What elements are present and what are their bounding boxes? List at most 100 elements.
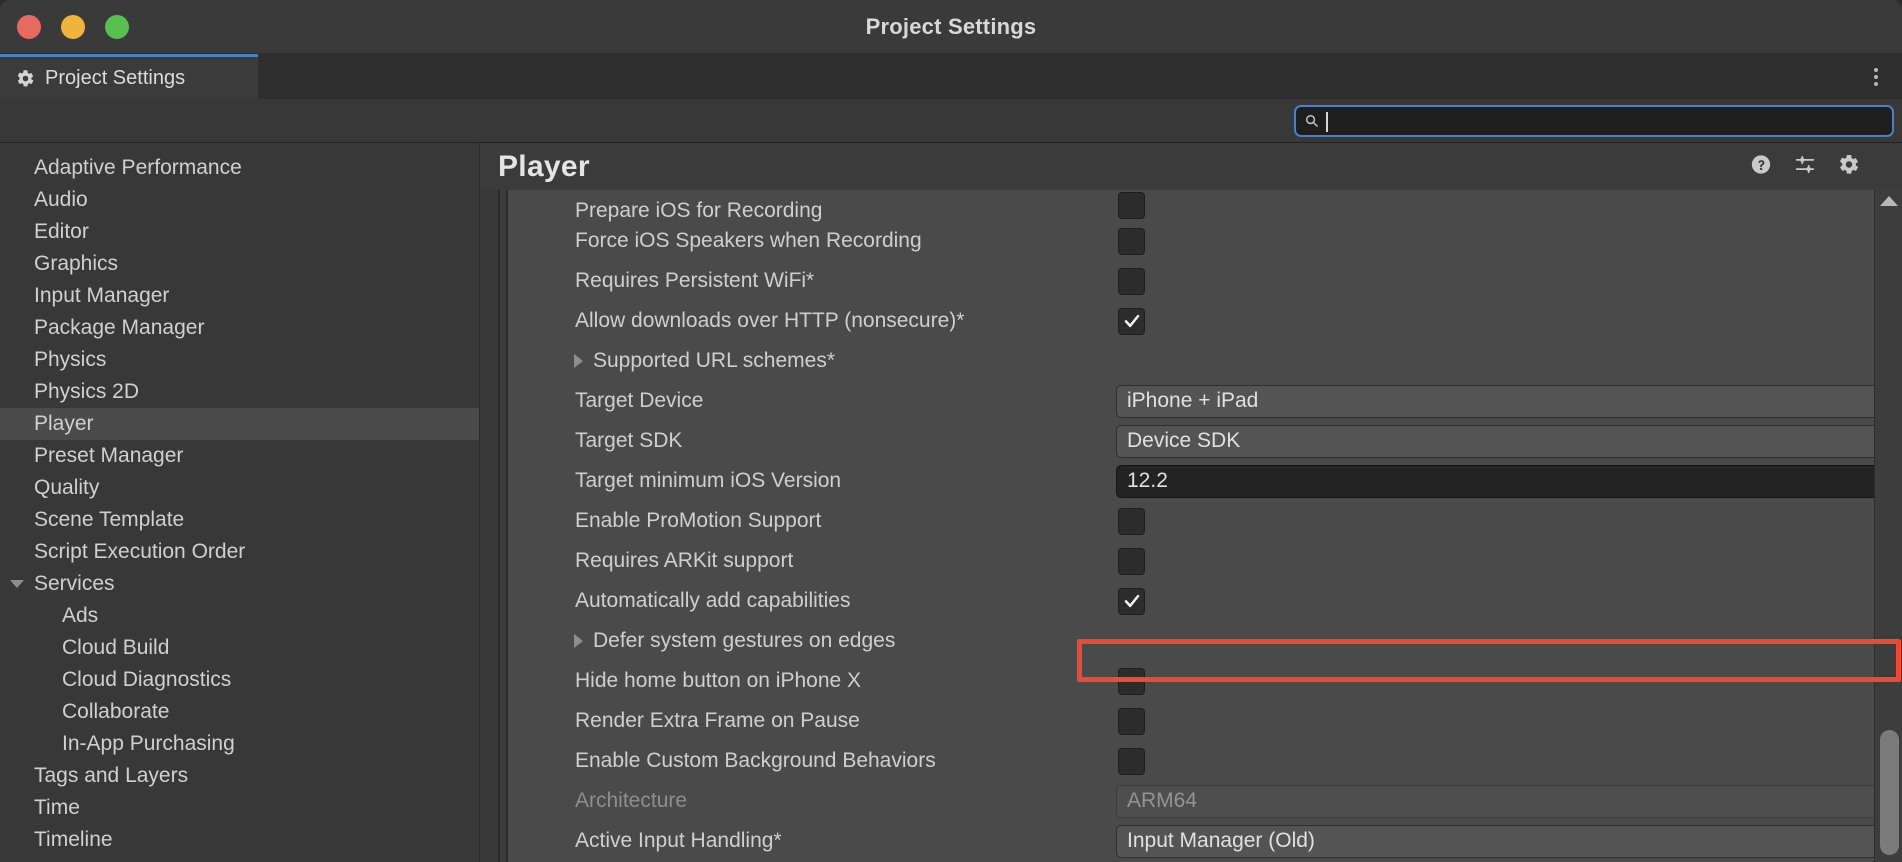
sidebar-item-label: Quality: [34, 476, 100, 499]
checkbox[interactable]: [1118, 507, 1145, 535]
kebab-dot: [1874, 67, 1878, 72]
sidebar-item-physics-2d[interactable]: Physics 2D: [0, 376, 479, 408]
settings-row: Active Input Handling* Input Manager (Old…: [508, 821, 1902, 861]
search-input[interactable]: [1319, 106, 1892, 135]
settings-row: Supported URL schemes*: [508, 341, 1902, 381]
text-input[interactable]: 12.2: [1116, 464, 1902, 498]
dropdown[interactable]: Input Manager (Old): [1116, 824, 1902, 858]
sidebar-item-label: Graphics: [34, 252, 119, 275]
sidebar-item-input-manager[interactable]: Input Manager: [0, 280, 479, 312]
sidebar-item-cloud-diagnostics[interactable]: Cloud Diagnostics: [0, 664, 479, 696]
dropdown-value: Input Manager (Old): [1127, 829, 1315, 852]
sidebar-item-ads[interactable]: Ads: [0, 600, 479, 632]
sidebar-item-preset-manager[interactable]: Preset Manager: [0, 440, 479, 472]
chevron-right-icon[interactable]: [574, 354, 583, 368]
checkbox[interactable]: [1118, 192, 1145, 219]
settings-row-label: Enable Custom Background Behaviors: [575, 749, 936, 772]
sidebar-item-audio[interactable]: Audio: [0, 184, 479, 216]
settings-row-label: Requires Persistent WiFi*: [575, 269, 815, 292]
search-box[interactable]: [1294, 104, 1894, 137]
window-body: Adaptive Performance Audio Editor Graphics I…: [0, 143, 1902, 862]
settings-row: Prepare iOS for Recording: [508, 190, 1902, 222]
kebab-dot: [1874, 74, 1878, 79]
settings-row: Force iOS Speakers when Recording: [508, 221, 1902, 261]
settings-row: Target SDK Device SDK: [508, 421, 1902, 461]
settings-row-label: Force iOS Speakers when Recording: [575, 229, 922, 252]
checkbox[interactable]: [1118, 747, 1145, 775]
panel-body: Prepare iOS for Recording Force iOS Speak…: [480, 190, 1902, 862]
settings-row: Enable ProMotion Support: [508, 501, 1902, 541]
sidebar-item-services[interactable]: Services: [0, 568, 479, 600]
settings-row-label: Active Input Handling*: [575, 829, 782, 852]
panel-gutter: [480, 190, 498, 862]
sidebar-item-timeline[interactable]: Timeline: [0, 824, 479, 856]
sidebar-item-label: Ads: [62, 604, 99, 627]
search-toolbar: [0, 99, 1902, 143]
settings-sidebar[interactable]: Adaptive Performance Audio Editor Graphics I…: [0, 143, 480, 862]
dropdown[interactable]: Device SDK: [1116, 424, 1902, 458]
checkbox[interactable]: [1118, 227, 1145, 255]
check-icon: [1123, 312, 1141, 330]
sidebar-item-label: Cloud Build: [62, 636, 170, 659]
dropdown: ARM64: [1116, 784, 1902, 818]
sidebar-item-script-execution-order[interactable]: Script Execution Order: [0, 536, 479, 568]
kebab-menu-icon[interactable]: [1866, 62, 1886, 92]
sidebar-item-label: Scene Template: [34, 508, 185, 531]
sidebar-item-label: Adaptive Performance: [34, 156, 242, 179]
checkbox[interactable]: [1118, 707, 1145, 735]
checkbox[interactable]: [1118, 307, 1145, 335]
sidebar-item-in-app-purchasing[interactable]: In-App Purchasing: [0, 728, 479, 760]
checkbox[interactable]: [1118, 667, 1145, 695]
sidebar-item-physics[interactable]: Physics: [0, 344, 479, 376]
settings-row-label: Render Extra Frame on Pause: [575, 709, 860, 732]
settings-row-label: Defer system gestures on edges: [593, 629, 896, 652]
sidebar-item-label: Cloud Diagnostics: [62, 668, 232, 691]
sidebar-item-cloud-build[interactable]: Cloud Build: [0, 632, 479, 664]
sidebar-item-label: Time: [34, 796, 80, 819]
settings-row-label: Hide home button on iPhone X: [575, 669, 862, 692]
sidebar-item-package-manager[interactable]: Package Manager: [0, 312, 479, 344]
chevron-right-icon[interactable]: [574, 634, 583, 648]
checkbox[interactable]: [1118, 587, 1145, 615]
settings-row-label: Architecture: [575, 789, 688, 812]
sidebar-item-scene-template[interactable]: Scene Template: [0, 504, 479, 536]
sidebar-item-collaborate[interactable]: Collaborate: [0, 696, 479, 728]
text-input-value: 12.2: [1127, 469, 1168, 492]
sidebar-item-label: Services: [34, 572, 115, 595]
sidebar-item-version-control[interactable]: Version Control: [0, 856, 479, 862]
gear-icon[interactable]: [1838, 153, 1860, 180]
tab-label: Project Settings: [45, 66, 186, 89]
settings-row-label: Requires ARKit support: [575, 549, 794, 572]
sidebar-item-label: Physics 2D: [34, 380, 140, 403]
settings-row: Target Device iPhone + iPad: [508, 381, 1902, 421]
settings-row-label: Prepare iOS for Recording: [575, 199, 823, 222]
search-icon: [1304, 113, 1319, 128]
dropdown[interactable]: iPhone + iPad: [1116, 384, 1902, 418]
chevron-down-icon[interactable]: [10, 580, 24, 588]
sidebar-item-adaptive-performance[interactable]: Adaptive Performance: [0, 152, 479, 184]
checkbox[interactable]: [1118, 547, 1145, 575]
sidebar-item-label: Script Execution Order: [34, 540, 246, 563]
sidebar-item-player[interactable]: Player: [0, 408, 479, 440]
sidebar-item-tags-and-layers[interactable]: Tags and Layers: [0, 760, 479, 792]
scroll-up-arrow-icon[interactable]: [1879, 196, 1898, 206]
sidebar-item-quality[interactable]: Quality: [0, 472, 479, 504]
sidebar-item-label: In-App Purchasing: [62, 732, 235, 755]
preset-settings-icon[interactable]: [1794, 153, 1816, 180]
sidebar-item-label: Player: [34, 412, 94, 435]
sidebar-item-editor[interactable]: Editor: [0, 216, 479, 248]
tab-project-settings[interactable]: Project Settings: [0, 54, 258, 99]
window-titlebar: Project Settings: [0, 0, 1902, 54]
sidebar-item-time[interactable]: Time: [0, 792, 479, 824]
sidebar-item-graphics[interactable]: Graphics: [0, 248, 479, 280]
sidebar-item-label: Preset Manager: [34, 444, 184, 467]
checkbox[interactable]: [1118, 267, 1145, 295]
scrollbar-thumb[interactable]: [1880, 730, 1899, 855]
settings-row-label: Automatically add capabilities: [575, 589, 851, 612]
settings-row: Render Extra Frame on Pause: [508, 701, 1902, 741]
vertical-scrollbar[interactable]: [1874, 190, 1902, 862]
kebab-dot: [1874, 81, 1878, 86]
settings-row: Target minimum iOS Version 12.2: [508, 461, 1902, 501]
help-icon[interactable]: [1750, 153, 1772, 180]
settings-row: Automatically add capabilities: [508, 581, 1902, 621]
